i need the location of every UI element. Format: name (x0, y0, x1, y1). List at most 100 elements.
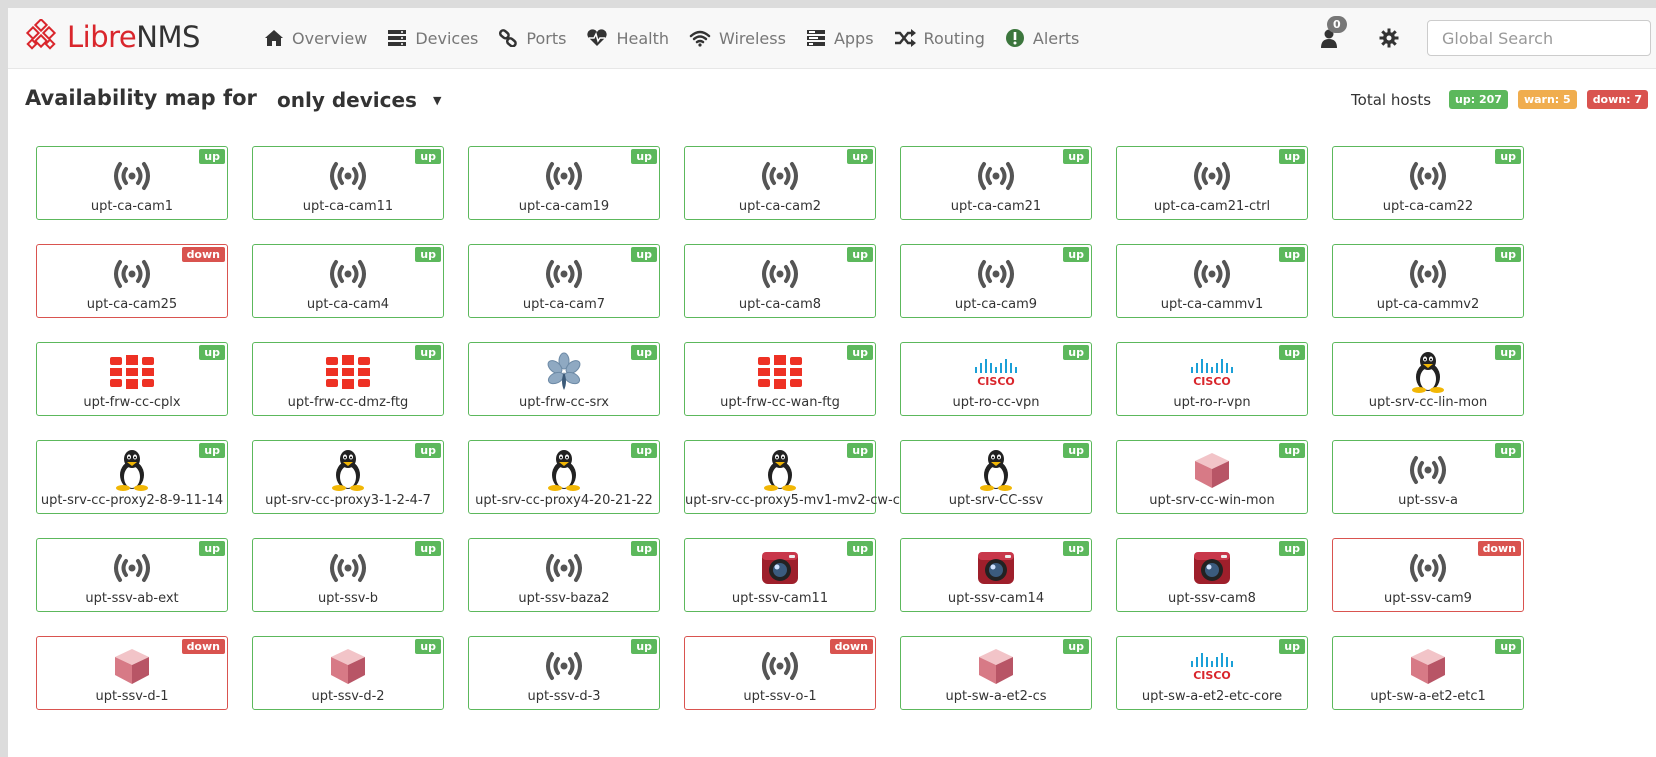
device-hostname: upt-sw-a-et2-etc1 (1370, 689, 1486, 704)
device-tile[interactable]: up upt-frw-cc-dmz-ftg (252, 342, 444, 416)
device-tile[interactable]: up upt-ca-cammv1 (1116, 244, 1308, 318)
device-hostname: upt-srv-cc-proxy4-20-21-22 (475, 493, 653, 508)
device-status-badge: up (1279, 247, 1305, 262)
device-hostname: upt-ca-cam7 (522, 297, 606, 312)
nav-ports-label: Ports (526, 28, 567, 48)
device-tile[interactable]: up upt-ca-cam21-ctrl (1116, 146, 1308, 220)
device-tile[interactable]: up upt-ca-cam7 (468, 244, 660, 318)
device-tile[interactable]: down upt-ssv-cam9 (1332, 538, 1524, 612)
device-status-badge: up (1063, 639, 1089, 654)
generic-box-icon (972, 646, 1020, 686)
device-tile[interactable]: up upt-srv-CC-ssv (900, 440, 1092, 514)
nav-right: 0 (1299, 8, 1656, 68)
device-tile[interactable]: up upt-ca-cam9 (900, 244, 1092, 318)
settings-button[interactable] (1359, 8, 1419, 68)
device-tile[interactable]: up upt-ssv-d-3 (468, 636, 660, 710)
device-tile[interactable]: up upt-ssv-ab-ext (36, 538, 228, 612)
device-hostname: upt-frw-cc-wan-ftg (720, 395, 840, 410)
device-hostname: upt-ssv-d-2 (311, 689, 385, 704)
nav-routing-label: Routing (923, 28, 985, 48)
device-tile[interactable]: up upt-sw-a-et2-etc1 (1332, 636, 1524, 710)
device-tile[interactable]: up CISCO upt-ro-cc-vpn (900, 342, 1092, 416)
heartbeat-icon (587, 29, 608, 46)
main-nav: Overview Devices Ports Health Wireless A… (254, 8, 1089, 68)
device-status-badge: up (1063, 443, 1089, 458)
device-tile[interactable]: up upt-frw-cc-wan-ftg (684, 342, 876, 416)
device-status-badge: up (415, 541, 441, 556)
device-tile[interactable]: up upt-ca-cam11 (252, 146, 444, 220)
device-status-badge: down (1477, 541, 1521, 556)
device-tile[interactable]: up upt-ssv-baza2 (468, 538, 660, 612)
global-search-input[interactable] (1427, 20, 1651, 56)
device-tile[interactable]: up CISCO upt-ro-r-vpn (1116, 342, 1308, 416)
wireless-icon (756, 254, 804, 294)
generic-box-icon (1188, 450, 1236, 490)
nav-alerts[interactable]: Alerts (995, 8, 1089, 68)
device-tile[interactable]: up upt-srv-cc-lin-mon (1332, 342, 1524, 416)
device-tile[interactable]: up upt-frw-cc-cplx (36, 342, 228, 416)
wireless-icon (324, 254, 372, 294)
wifi-icon (689, 30, 711, 47)
device-tile[interactable]: up upt-ca-cammv2 (1332, 244, 1524, 318)
hosts-down-badge[interactable]: down: 7 (1586, 90, 1648, 109)
nav-routing[interactable]: Routing (884, 8, 995, 68)
device-tile[interactable]: up upt-ssv-a (1332, 440, 1524, 514)
librenms-logo-icon (25, 19, 57, 50)
device-tile[interactable]: up upt-frw-cc-srx (468, 342, 660, 416)
page: LibreNMS Overview Devices Ports Health W… (8, 8, 1656, 757)
hosts-up-badge[interactable]: up: 207 (1449, 90, 1508, 109)
nav-alerts-label: Alerts (1032, 28, 1080, 48)
device-tile[interactable]: up upt-ssv-cam8 (1116, 538, 1308, 612)
link-icon (499, 29, 518, 47)
device-tile[interactable]: up CISCO upt-sw-a-et2-etc-core (1116, 636, 1308, 710)
device-status-badge: up (1495, 149, 1521, 164)
nav-ports[interactable]: Ports (488, 8, 576, 68)
device-tile[interactable]: up upt-ca-cam22 (1332, 146, 1524, 220)
device-tile[interactable]: up upt-ssv-d-2 (252, 636, 444, 710)
device-tile[interactable]: down upt-ssv-d-1 (36, 636, 228, 710)
brand-logo[interactable]: LibreNMS (25, 16, 200, 58)
top-navbar: LibreNMS Overview Devices Ports Health W… (8, 8, 1656, 69)
nav-overview[interactable]: Overview (254, 8, 377, 68)
device-tile[interactable]: up upt-ssv-cam11 (684, 538, 876, 612)
nav-wireless[interactable]: Wireless (679, 8, 796, 68)
device-tile[interactable]: up upt-srv-cc-proxy3-1-2-4-7 (252, 440, 444, 514)
device-filter-select[interactable]: only devices ▼ (277, 88, 441, 112)
nav-devices[interactable]: Devices (377, 8, 488, 68)
device-status-badge: up (631, 345, 657, 360)
device-tile[interactable]: up upt-sw-a-et2-cs (900, 636, 1092, 710)
device-status-badge: up (1495, 345, 1521, 360)
device-tile[interactable]: up upt-ca-cam8 (684, 244, 876, 318)
device-hostname: upt-ssv-cam11 (731, 591, 829, 606)
device-tile[interactable]: up upt-ssv-b (252, 538, 444, 612)
device-hostname: upt-ssv-b (317, 591, 379, 606)
device-hostname: upt-ca-cam1 (90, 199, 174, 214)
brand-name-part1: Libre (67, 20, 137, 54)
device-tile[interactable]: up upt-ssv-cam14 (900, 538, 1092, 612)
device-tile[interactable]: up upt-ca-cam21 (900, 146, 1092, 220)
device-status-badge: up (199, 443, 225, 458)
device-tile[interactable]: down upt-ca-cam25 (36, 244, 228, 318)
device-tile[interactable]: up upt-ca-cam2 (684, 146, 876, 220)
device-tile[interactable]: down upt-ssv-o-1 (684, 636, 876, 710)
fortinet-icon (756, 352, 804, 392)
device-hostname: upt-srv-cc-win-mon (1149, 493, 1275, 508)
device-tile[interactable]: up upt-ca-cam4 (252, 244, 444, 318)
device-tile[interactable]: up upt-ca-cam1 (36, 146, 228, 220)
fortinet-icon (324, 352, 372, 392)
device-hostname: upt-ssv-ab-ext (85, 591, 179, 606)
user-menu-button[interactable]: 0 (1299, 8, 1359, 68)
device-tile[interactable]: up upt-srv-cc-proxy2-8-9-11-14 (36, 440, 228, 514)
nav-health[interactable]: Health (576, 8, 679, 68)
device-hostname: upt-ca-cam8 (738, 297, 822, 312)
device-status-badge: up (847, 345, 873, 360)
wireless-icon (1404, 548, 1452, 588)
device-tile[interactable]: up upt-srv-cc-proxy4-20-21-22 (468, 440, 660, 514)
hosts-warn-badge[interactable]: warn: 5 (1517, 90, 1577, 109)
nav-apps[interactable]: Apps (796, 8, 884, 68)
device-tile[interactable]: up upt-ca-cam19 (468, 146, 660, 220)
device-status-badge: up (415, 639, 441, 654)
fortinet-icon (108, 352, 156, 392)
device-tile[interactable]: up upt-srv-cc-win-mon (1116, 440, 1308, 514)
device-tile[interactable]: up upt-srv-cc-proxy5-mv1-mv2-cw-cl-19 (684, 440, 925, 514)
